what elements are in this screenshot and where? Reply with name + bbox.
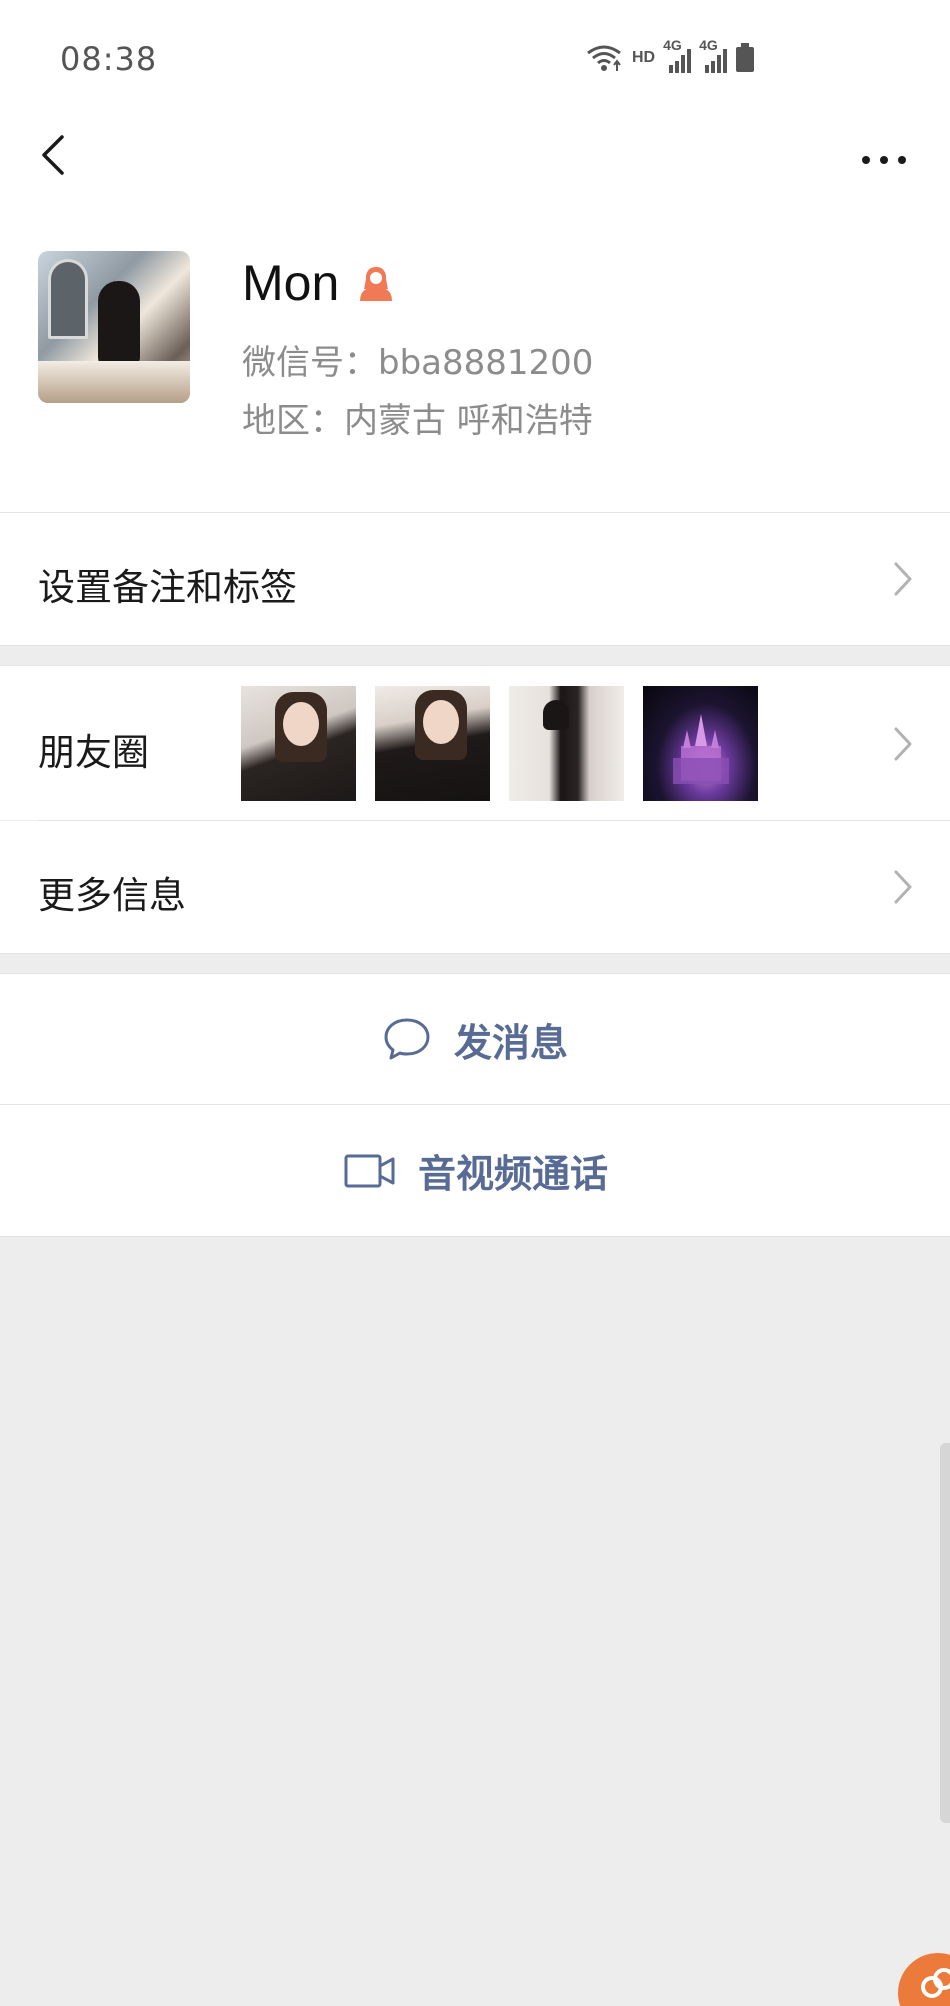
status-icons: HD 4G 4G	[584, 37, 755, 76]
more-info-label: 更多信息	[38, 874, 186, 917]
avatar[interactable]	[38, 251, 190, 403]
moments-thumbnail[interactable]	[375, 686, 490, 801]
video-call-button[interactable]: 音视频通话	[0, 1105, 950, 1236]
divider	[0, 953, 950, 954]
chevron-right-icon	[894, 727, 912, 761]
battery-icon	[735, 43, 755, 73]
edge-scroll-handle[interactable]	[940, 1443, 950, 1823]
back-button[interactable]	[28, 130, 78, 180]
signal-4g-icon: 4G	[699, 37, 729, 75]
chevron-right-icon	[894, 870, 912, 904]
region: 地区：内蒙古 呼和浩特	[242, 401, 593, 441]
moments-label: 朋友圈	[38, 731, 149, 774]
status-time: 08:38	[60, 40, 158, 78]
wechat-id: 微信号：bba8881200	[242, 343, 594, 383]
chevron-right-icon	[894, 562, 912, 596]
remark-and-tags-label: 设置备注和标签	[38, 566, 297, 609]
female-icon	[360, 267, 392, 301]
profile-name: Mon	[242, 255, 340, 311]
more-button[interactable]	[856, 140, 912, 180]
more-info-row[interactable]: 更多信息	[0, 821, 950, 953]
moments-thumbnail[interactable]	[643, 686, 758, 801]
moments-thumbnail[interactable]	[241, 686, 356, 801]
video-camera-icon	[344, 1154, 395, 1187]
chevron-left-icon	[42, 135, 64, 175]
wifi-icon	[584, 43, 624, 73]
remark-and-tags-row[interactable]: 设置备注和标签	[0, 513, 950, 645]
more-horizontal-icon	[862, 156, 906, 164]
chat-bubble-icon	[384, 1018, 430, 1060]
send-message-button[interactable]: 发消息	[0, 974, 950, 1104]
signal-4g-icon: 4G	[663, 37, 693, 75]
video-call-label: 音视频通话	[418, 1152, 609, 1196]
divider	[0, 645, 950, 646]
send-message-label: 发消息	[454, 1020, 569, 1065]
status-bar: 08:38 HD 4G 4G	[0, 0, 950, 110]
floating-assistant-button[interactable]	[898, 1953, 950, 2006]
hd-label: HD	[632, 49, 656, 66]
moments-thumbnail[interactable]	[509, 686, 624, 801]
link-icon	[921, 1968, 950, 1998]
divider	[0, 1236, 950, 1237]
